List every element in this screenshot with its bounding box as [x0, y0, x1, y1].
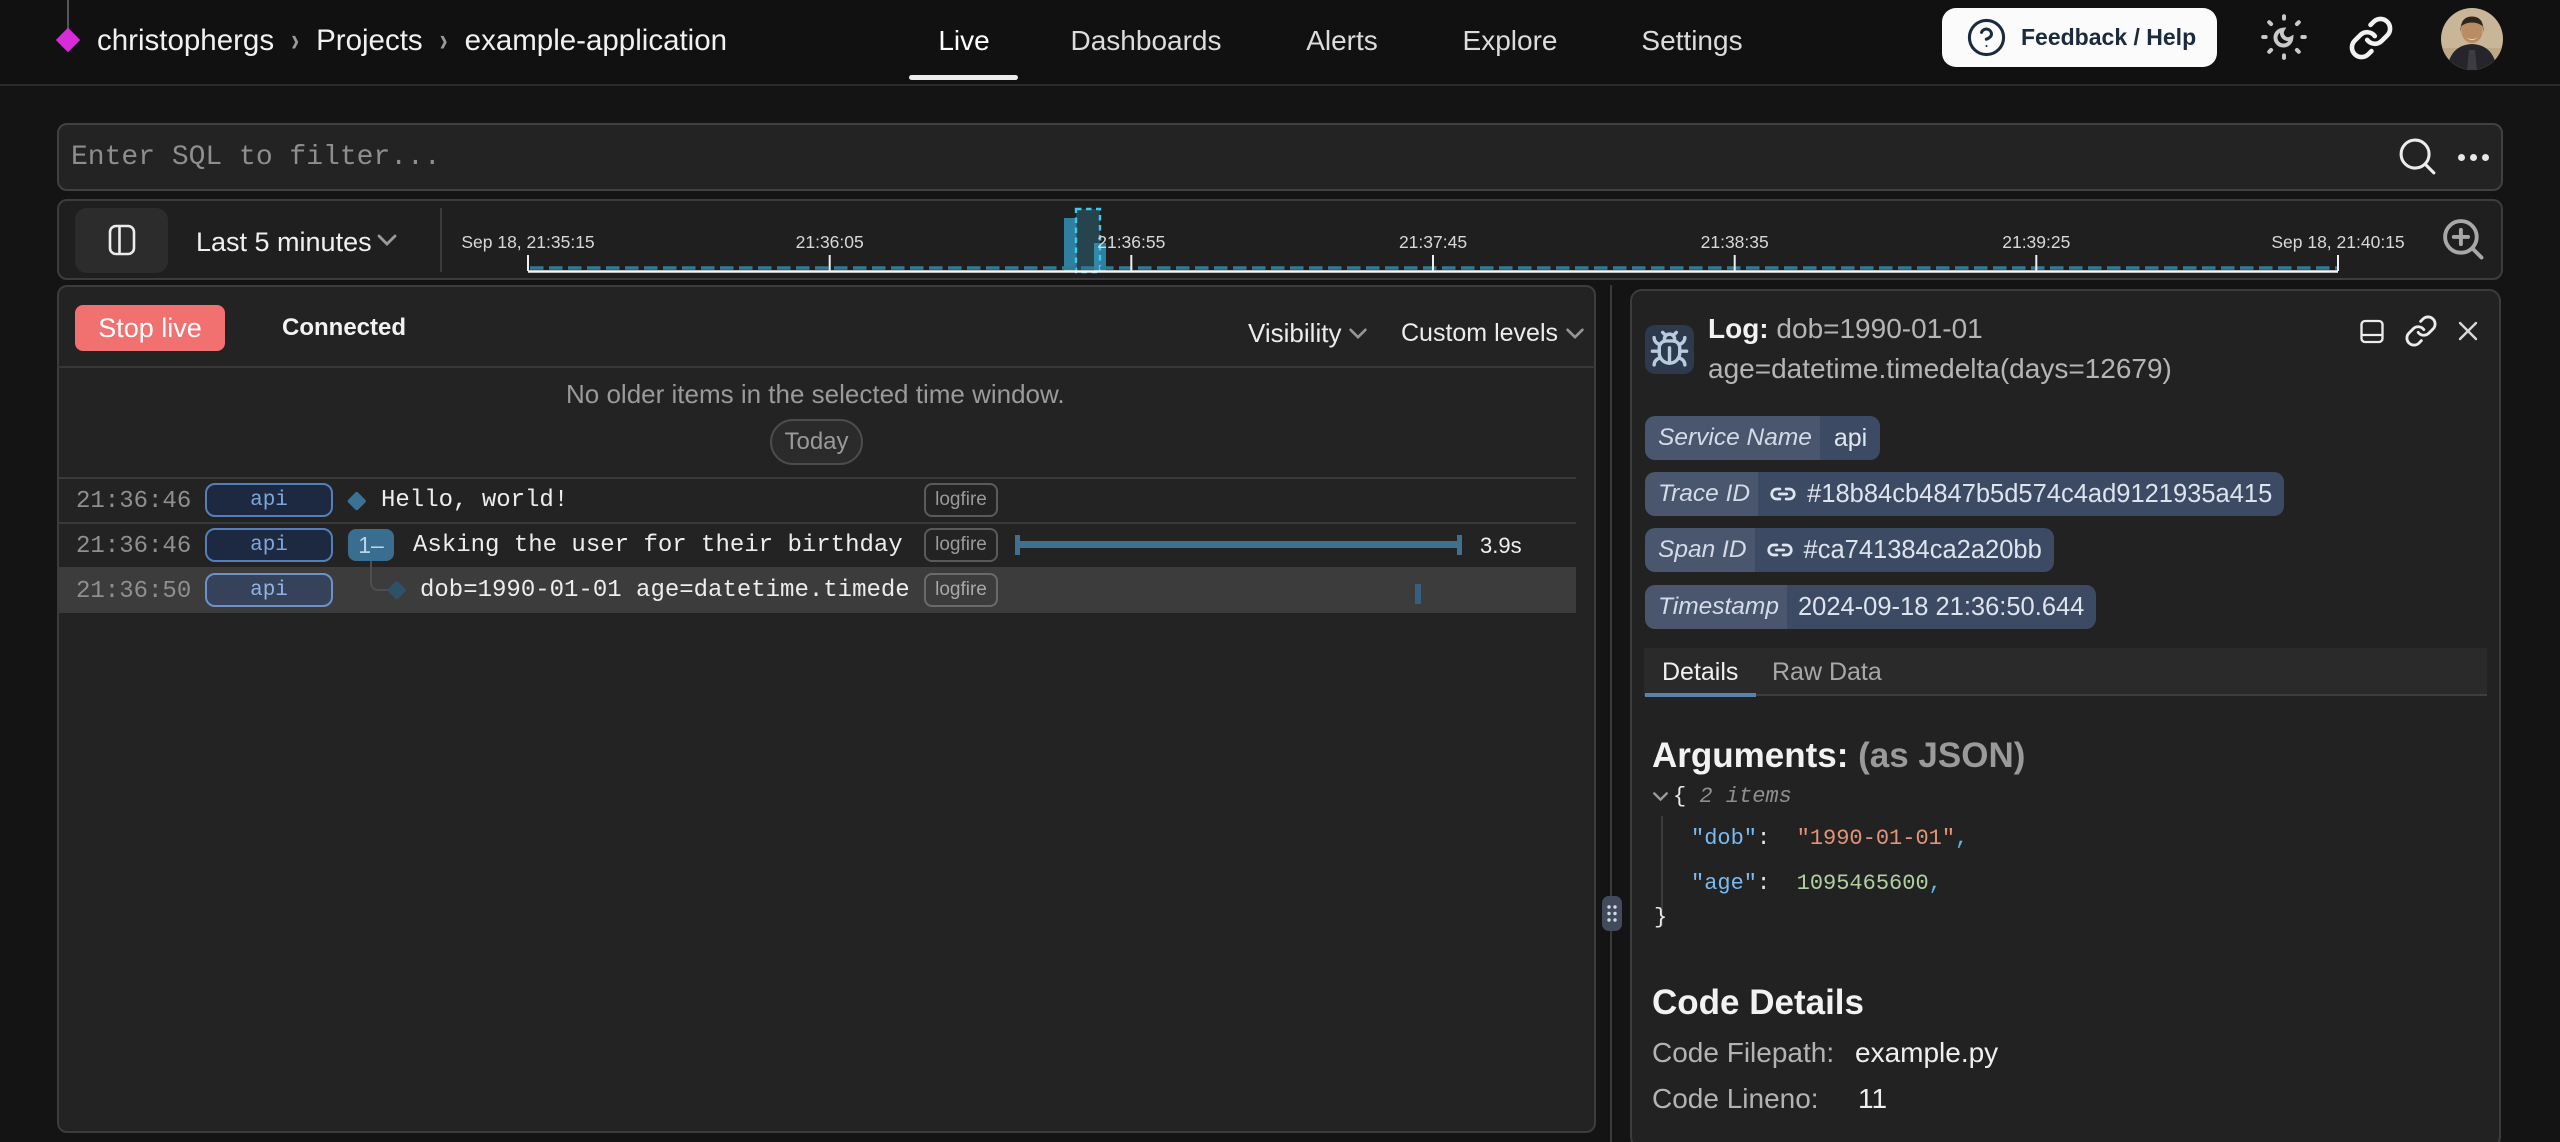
svg-text:21:38:35: 21:38:35 — [1701, 232, 1769, 252]
svg-text:21:39:25: 21:39:25 — [2002, 232, 2070, 252]
svg-text:21:37:45: 21:37:45 — [1399, 232, 1467, 252]
svg-text:21:36:05: 21:36:05 — [796, 232, 864, 252]
svg-text:Sep 18, 21:40:15: Sep 18, 21:40:15 — [2271, 232, 2404, 252]
svg-text:21:36:55: 21:36:55 — [1097, 232, 1165, 252]
svg-text:Sep 18, 21:35:15: Sep 18, 21:35:15 — [461, 232, 594, 252]
